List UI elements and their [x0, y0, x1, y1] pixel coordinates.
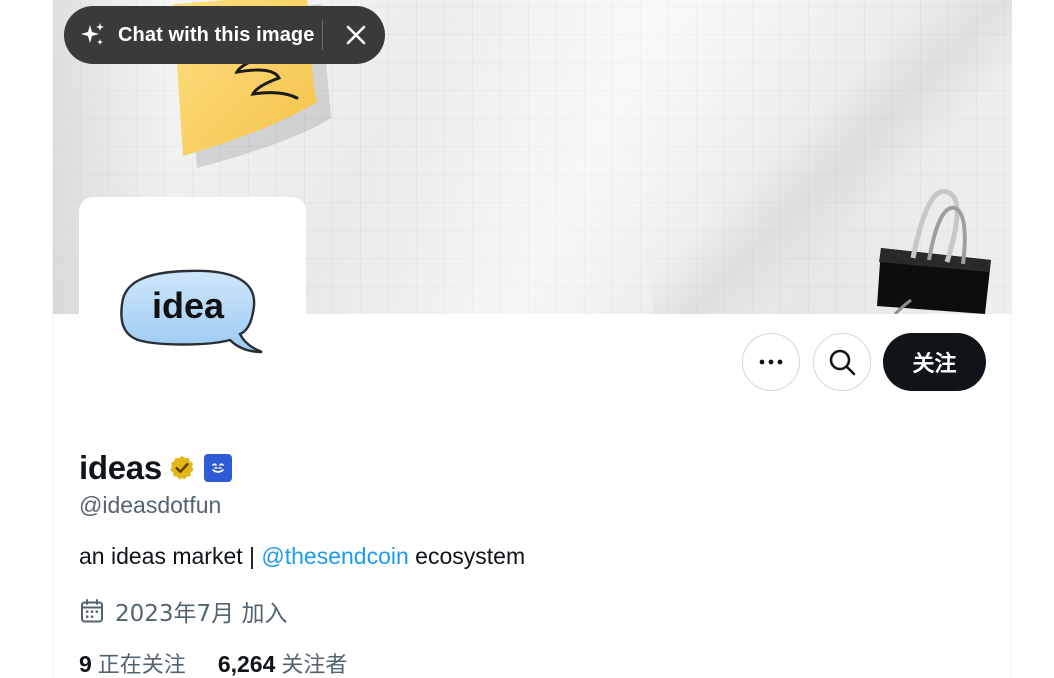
name-row: ideas: [79, 448, 232, 488]
affiliate-badge-icon[interactable]: [203, 454, 232, 482]
more-icon: [759, 359, 783, 365]
joined-date: 2023年7月 加入: [79, 594, 287, 628]
followers-count: 6,264: [217, 651, 276, 677]
following-stat-link[interactable]: 9 正在关注: [79, 647, 186, 678]
chat-with-image-label: Chat with this image: [118, 23, 315, 46]
bio-text-prefix: an ideas market |: [79, 543, 262, 569]
followers-label: 关注者: [281, 653, 348, 678]
idea-speech-bubble-logo: idea: [119, 269, 262, 353]
follow-stats: 9 正在关注 6,264 关注者: [79, 647, 379, 678]
search-icon: [829, 349, 856, 376]
pill-divider: [322, 20, 323, 50]
close-icon[interactable]: [344, 23, 368, 47]
profile-bio: an ideas market | @thesendcoin ecosystem: [79, 543, 525, 570]
following-count: 9: [79, 651, 92, 677]
profile-avatar[interactable]: idea: [79, 197, 306, 424]
bio-mention-link[interactable]: @thesendcoin: [261, 543, 408, 569]
chat-with-image-button[interactable]: Chat with this image: [64, 6, 385, 64]
profile-handle: @ideasdotfun: [79, 492, 222, 518]
avatar-logo-text: idea: [151, 285, 224, 326]
more-button[interactable]: [742, 333, 800, 391]
calendar-icon: [81, 599, 103, 623]
search-profile-button[interactable]: [813, 333, 871, 391]
bio-text-suffix: ecosystem: [408, 543, 526, 569]
joined-date-text: 2023年7月 加入: [115, 601, 288, 627]
follow-button[interactable]: 关注: [883, 333, 986, 391]
binder-clip-illustration: [877, 188, 991, 314]
sparkle-icon: [81, 23, 104, 45]
profile-column: idea 关注 ideas @ideasdotfun an ideas mark…: [52, 0, 1012, 678]
followers-stat-link[interactable]: 6,264 关注者: [218, 647, 348, 678]
following-label: 正在关注: [97, 653, 186, 678]
verified-badge-icon[interactable]: [168, 454, 196, 482]
display-name: ideas: [79, 449, 162, 486]
